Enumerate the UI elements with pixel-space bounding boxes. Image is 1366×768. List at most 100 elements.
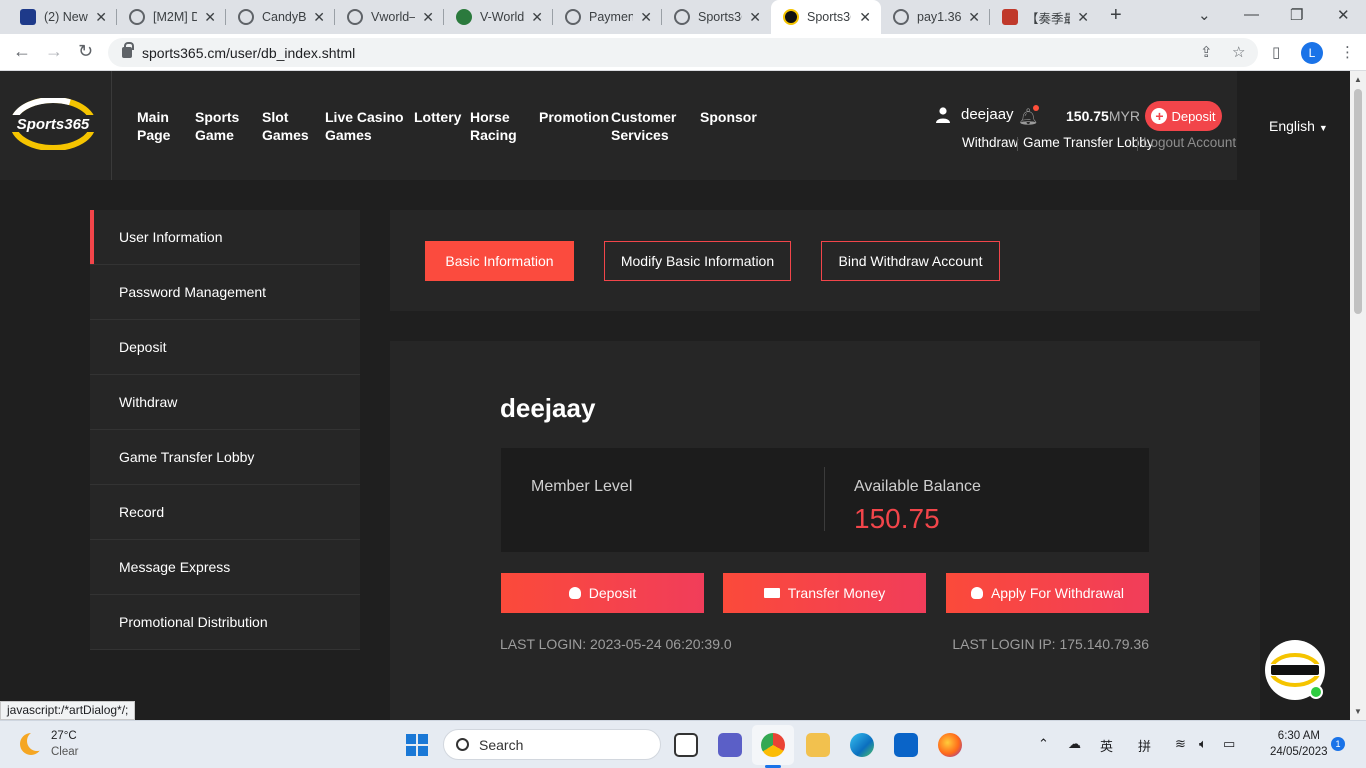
close-tab-icon[interactable]: ✕ (204, 9, 216, 26)
header-deposit-button[interactable]: + Deposit (1145, 101, 1222, 131)
browser-tab[interactable]: 【奏季最 ✕ (990, 0, 1099, 34)
close-tab-icon[interactable]: ✕ (640, 9, 652, 26)
logout-link[interactable]: Logout Account (1143, 135, 1236, 150)
sidebar-item-promotional-distribution[interactable]: Promotional Distribution (90, 595, 360, 650)
restore-icon[interactable]: ❐ (1290, 6, 1303, 24)
weather-condition[interactable]: Clear (51, 746, 78, 758)
page-scrollbar[interactable]: ▲ ▼ (1350, 71, 1366, 720)
browser-tab[interactable]: Vworld– ✕ (335, 0, 444, 34)
close-tab-icon[interactable]: ✕ (422, 9, 434, 26)
file-explorer-icon[interactable] (806, 733, 830, 757)
money-bag-icon (568, 587, 581, 599)
chevron-up-icon[interactable]: ⌃ (1038, 736, 1049, 752)
nav-main-page[interactable]: Main Page (137, 108, 170, 144)
browser-tab-active[interactable]: Sports36 ✕ (771, 0, 881, 34)
notification-dot (1033, 105, 1039, 111)
minimize-icon[interactable]: — (1244, 6, 1259, 23)
browser-tab[interactable]: [M2M] D ✕ (117, 0, 226, 34)
ime-language-indicator[interactable]: 英 (1100, 736, 1113, 755)
sidebar-item-password-management[interactable]: Password Management (90, 265, 360, 320)
taskbar-search[interactable]: Search (443, 729, 661, 760)
deposit-button[interactable]: Deposit (501, 573, 704, 613)
nav-sponsor[interactable]: Sponsor (700, 108, 757, 126)
task-view-icon[interactable] (674, 733, 698, 757)
tab-search-icon[interactable]: ⌄ (1198, 6, 1211, 24)
window-close-icon[interactable]: ✕ (1337, 6, 1350, 24)
weather-temperature[interactable]: 27°C (51, 730, 77, 742)
browser-tab[interactable]: Payment ✕ (553, 0, 662, 34)
tab-bind-withdraw-account[interactable]: Bind Withdraw Account (821, 241, 1000, 281)
profile-avatar[interactable]: L (1301, 42, 1323, 64)
battery-icon[interactable]: ▭ (1223, 736, 1235, 752)
nav-sports-game[interactable]: Sports Game (195, 108, 239, 144)
transfer-money-button[interactable]: Transfer Money (723, 573, 926, 613)
url-field[interactable]: sports365.cm/user/db_index.shtml (108, 38, 1258, 67)
language-select[interactable]: English ▼ (1269, 118, 1328, 134)
close-tab-icon[interactable]: ✕ (95, 9, 107, 26)
nav-horse-racing[interactable]: Horse Racing (470, 108, 517, 144)
teams-chat-icon[interactable] (718, 733, 742, 757)
header-balance: 150.75MYR (1066, 108, 1140, 124)
browser-tab[interactable]: (2) New ✕ (8, 0, 117, 34)
ime-mode-indicator[interactable]: 拼 (1138, 736, 1151, 755)
new-tab-icon[interactable]: + (1110, 4, 1122, 27)
close-tab-icon[interactable]: ✕ (531, 9, 543, 26)
search-icon (456, 738, 469, 751)
side-panel-icon[interactable]: ▯ (1272, 43, 1280, 61)
header-transfer-lobby-link[interactable]: Game Transfer Lobby (1023, 135, 1154, 150)
sidebar-item-withdraw[interactable]: Withdraw (90, 375, 360, 430)
last-login-time: LAST LOGIN: 2023-05-24 06:20:39.0 (500, 636, 732, 652)
chrome-icon[interactable] (761, 733, 785, 757)
reload-icon[interactable]: ↻ (78, 41, 93, 62)
sidebar-item-user-information[interactable]: User Information (90, 210, 360, 265)
nav-live-casino[interactable]: Live Casino Games (325, 108, 404, 144)
forward-icon[interactable]: → (45, 41, 63, 62)
header-username[interactable]: deejaay (961, 106, 1014, 123)
sidebar-item-deposit[interactable]: Deposit (90, 320, 360, 375)
sidebar-item-message-express[interactable]: Message Express (90, 540, 360, 595)
scroll-up-icon[interactable]: ▲ (1354, 75, 1362, 84)
bookmark-star-icon[interactable]: ☆ (1232, 43, 1245, 61)
browser-tab[interactable]: pay1.365 ✕ (881, 0, 990, 34)
tab-modify-basic-information[interactable]: Modify Basic Information (604, 241, 791, 281)
scrollbar-thumb[interactable] (1354, 89, 1362, 314)
browser-tab[interactable]: V-World ✕ (444, 0, 553, 34)
windows-start-icon[interactable] (406, 734, 428, 756)
browser-tab[interactable]: Sports36 ✕ (662, 0, 771, 34)
outlook-icon[interactable] (894, 733, 918, 757)
edge-icon[interactable] (850, 733, 874, 757)
nav-lottery[interactable]: Lottery (414, 108, 461, 126)
scroll-down-icon[interactable]: ▼ (1354, 707, 1362, 716)
tab-basic-information[interactable]: Basic Information (425, 241, 574, 281)
plus-icon: + (1151, 108, 1168, 124)
close-tab-icon[interactable]: ✕ (313, 9, 325, 26)
address-bar: ← → ↻ sports365.cm/user/db_index.shtml ⇪… (0, 34, 1366, 71)
header-withdraw-link[interactable]: Withdraw (962, 135, 1018, 150)
sports365-logo[interactable]: Sports365 (8, 98, 98, 150)
firefox-icon[interactable] (938, 733, 962, 757)
profile-username: deejaay (500, 393, 596, 423)
sidebar-item-game-transfer-lobby[interactable]: Game Transfer Lobby (90, 430, 360, 485)
sidebar-item-record[interactable]: Record (90, 485, 360, 540)
nav-customer-services[interactable]: Customer Services (611, 108, 676, 144)
nav-promotion[interactable]: Promotion (539, 108, 609, 126)
close-tab-icon[interactable]: ✕ (749, 9, 761, 26)
chrome-menu-icon[interactable]: ⋮ (1340, 43, 1355, 61)
taskbar-time[interactable]: 6:30 AM (1276, 730, 1320, 742)
volume-icon[interactable]: 🔈︎ (1199, 736, 1207, 752)
globe-icon (674, 9, 690, 25)
share-icon[interactable]: ⇪ (1200, 43, 1213, 61)
browser-tab[interactable]: CandyBe ✕ (226, 0, 335, 34)
notification-badge[interactable]: 1 (1331, 737, 1345, 751)
close-tab-icon[interactable]: ✕ (968, 9, 980, 26)
caret-down-icon: ▼ (1318, 123, 1328, 133)
back-icon[interactable]: ← (13, 41, 31, 62)
weather-moon-icon[interactable] (20, 731, 47, 755)
nav-slot-games[interactable]: Slot Games (262, 108, 309, 144)
apply-for-withdrawal-button[interactable]: Apply For Withdrawal (946, 573, 1149, 613)
close-tab-icon[interactable]: ✕ (859, 9, 871, 26)
close-tab-icon[interactable]: ✕ (1077, 9, 1089, 26)
taskbar-date[interactable]: 24/05/2023 (1270, 746, 1328, 758)
wifi-icon[interactable]: ≋ (1175, 736, 1186, 752)
onedrive-cloud-icon[interactable]: ☁ (1068, 736, 1081, 752)
